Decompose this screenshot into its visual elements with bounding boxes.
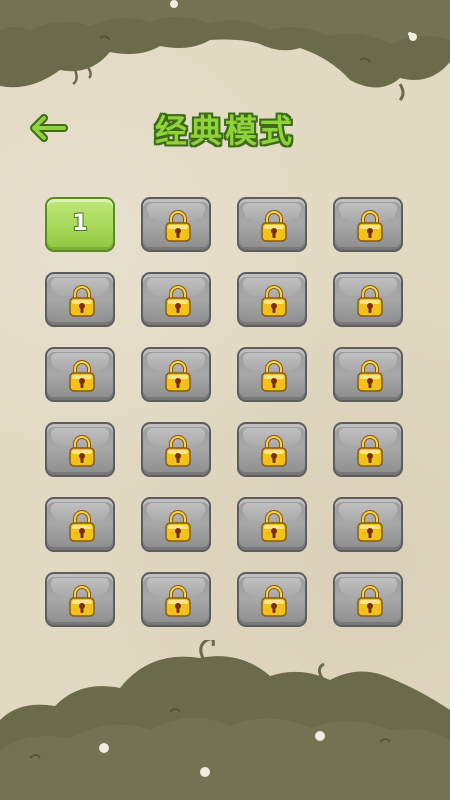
level-tile-locked[interactable] — [333, 272, 403, 327]
padlock-icon — [165, 510, 191, 542]
padlock-icon — [261, 510, 287, 542]
padlock-icon — [165, 435, 191, 467]
padlock-icon — [165, 210, 191, 242]
level-tile-locked[interactable] — [237, 572, 307, 627]
level-tile-locked[interactable] — [141, 497, 211, 552]
level-tile-locked[interactable] — [45, 272, 115, 327]
level-tile-locked[interactable] — [237, 422, 307, 477]
level-tile-locked[interactable] — [333, 347, 403, 402]
level-tile-locked[interactable] — [141, 272, 211, 327]
level-tile-locked[interactable] — [141, 347, 211, 402]
level-tile-locked[interactable] — [237, 197, 307, 252]
padlock-icon — [165, 285, 191, 317]
bottom-bush-decoration — [0, 640, 450, 800]
padlock-icon — [165, 585, 191, 617]
level-tile-locked[interactable] — [45, 422, 115, 477]
level-tile-locked[interactable] — [45, 572, 115, 627]
padlock-icon — [69, 435, 95, 467]
level-tile-locked[interactable] — [333, 422, 403, 477]
level-tile[interactable]: 1 — [45, 197, 115, 252]
padlock-icon — [69, 285, 95, 317]
level-tile-locked[interactable] — [333, 572, 403, 627]
level-tile-locked[interactable] — [333, 197, 403, 252]
header: 经典模式 — [0, 100, 450, 156]
level-number: 1 — [72, 211, 88, 236]
level-tile-locked[interactable] — [45, 347, 115, 402]
level-tile-locked[interactable] — [237, 497, 307, 552]
level-grid: 1 — [45, 197, 403, 627]
padlock-icon — [261, 360, 287, 392]
padlock-icon — [261, 435, 287, 467]
padlock-icon — [261, 585, 287, 617]
padlock-icon — [261, 210, 287, 242]
level-tile-locked[interactable] — [333, 497, 403, 552]
padlock-icon — [357, 360, 383, 392]
level-tile-locked[interactable] — [141, 197, 211, 252]
padlock-icon — [357, 510, 383, 542]
padlock-icon — [69, 360, 95, 392]
padlock-icon — [69, 510, 95, 542]
page-title: 经典模式 — [154, 112, 295, 150]
padlock-icon — [357, 285, 383, 317]
level-tile-locked[interactable] — [141, 422, 211, 477]
level-tile-locked[interactable] — [45, 497, 115, 552]
padlock-icon — [357, 585, 383, 617]
padlock-icon — [165, 360, 191, 392]
padlock-icon — [357, 435, 383, 467]
level-tile-locked[interactable] — [141, 572, 211, 627]
level-tile-locked[interactable] — [237, 272, 307, 327]
padlock-icon — [261, 285, 287, 317]
padlock-icon — [357, 210, 383, 242]
level-tile-locked[interactable] — [237, 347, 307, 402]
padlock-icon — [69, 585, 95, 617]
